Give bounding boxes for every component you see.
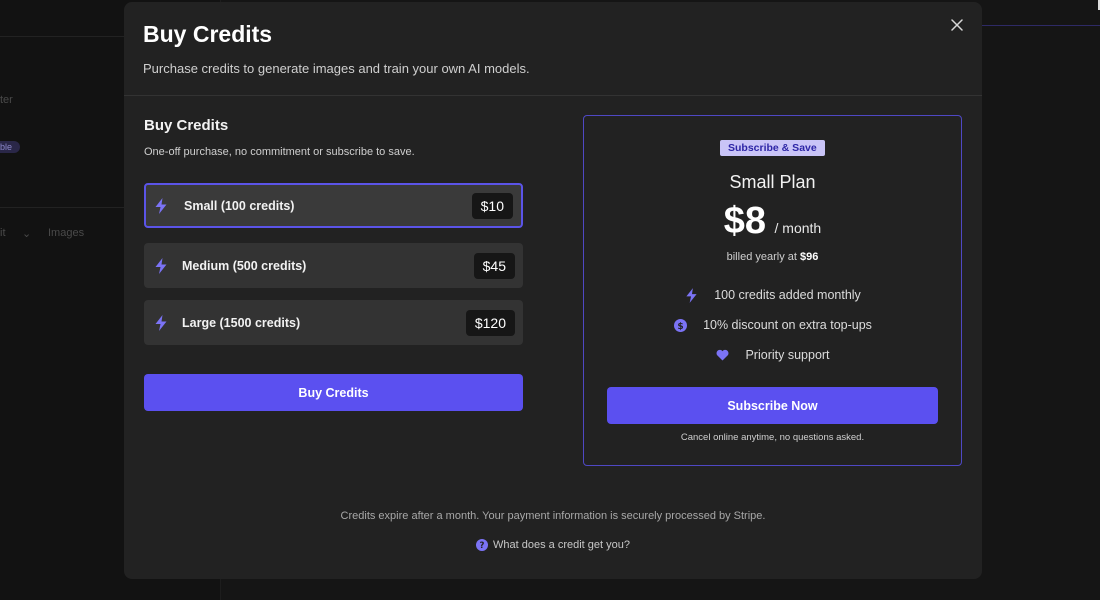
background-accent-line bbox=[982, 25, 1100, 26]
lightning-icon bbox=[155, 257, 167, 274]
background-tab-images: Images bbox=[48, 227, 85, 239]
close-button[interactable] bbox=[946, 14, 968, 36]
plan-feature: $ 10% discount on extra top-ups bbox=[584, 318, 961, 332]
plan-feature-text: Priority support bbox=[745, 348, 830, 362]
credit-option-price: $10 bbox=[471, 192, 513, 219]
billing-prefix: billed yearly at bbox=[726, 251, 797, 263]
background-sidebar-text: it bbox=[0, 227, 6, 239]
plan-price: $8 bbox=[723, 200, 767, 242]
subscribe-now-button[interactable]: Subscribe Now bbox=[607, 387, 938, 424]
credit-option-label: Large (1500 credits) bbox=[182, 315, 301, 330]
one-off-title: Buy Credits bbox=[144, 117, 229, 134]
credit-option-label: Small (100 credits) bbox=[184, 198, 295, 213]
plan-feature-text: 10% discount on extra top-ups bbox=[703, 318, 872, 332]
billing-note: billed yearly at $96 bbox=[584, 251, 961, 263]
subscription-plan-card: Subscribe & Save Small Plan $8 / month b… bbox=[583, 115, 962, 466]
background-sidebar-text: ter bbox=[0, 94, 13, 106]
svg-text:$: $ bbox=[677, 322, 683, 332]
cancel-note: Cancel online anytime, no questions aske… bbox=[680, 432, 865, 443]
credit-option-large[interactable]: Large (1500 credits) $120 bbox=[144, 300, 523, 345]
background-badge: ble bbox=[0, 141, 21, 153]
one-off-description: One-off purchase, no commitment or subsc… bbox=[144, 146, 415, 158]
plan-name: Small Plan bbox=[729, 172, 816, 192]
modal-title: Buy Credits bbox=[143, 21, 273, 47]
plan-feature: Priority support bbox=[584, 348, 961, 362]
modal-subtitle: Purchase credits to generate images and … bbox=[143, 61, 530, 76]
credit-help-link[interactable]: ? What does a credit get you? bbox=[476, 539, 630, 551]
plan-price-row: $8 / month bbox=[584, 200, 961, 243]
lightning-icon bbox=[684, 287, 698, 303]
header-divider bbox=[124, 95, 982, 96]
credit-option-price: $120 bbox=[465, 309, 515, 336]
credit-option-small[interactable]: Small (100 credits) $10 bbox=[144, 183, 523, 228]
background-chevron-icon: ⌄ bbox=[22, 228, 32, 240]
credit-option-label: Medium (500 credits) bbox=[182, 258, 307, 273]
plan-feature: 100 credits added monthly bbox=[584, 287, 961, 303]
plan-feature-text: 100 credits added monthly bbox=[714, 288, 861, 302]
question-icon: ? bbox=[476, 539, 488, 551]
plan-period: / month bbox=[774, 220, 822, 236]
svg-text:?: ? bbox=[480, 541, 485, 551]
dollar-coin-icon: $ bbox=[673, 318, 687, 332]
buy-credits-modal: Buy Credits Purchase credits to generate… bbox=[124, 2, 982, 579]
buy-credits-button[interactable]: Buy Credits bbox=[144, 374, 523, 411]
footer-note: Credits expire after a month. Your payme… bbox=[340, 510, 766, 522]
close-icon bbox=[951, 19, 963, 31]
lightning-icon bbox=[155, 197, 167, 214]
subscribe-save-badge: Subscribe & Save bbox=[720, 140, 825, 156]
credit-option-medium[interactable]: Medium (500 credits) $45 bbox=[144, 243, 523, 288]
credit-help-text: What does a credit get you? bbox=[493, 539, 630, 551]
lightning-icon bbox=[155, 314, 167, 331]
heart-icon bbox=[715, 348, 729, 362]
credit-option-price: $45 bbox=[473, 252, 515, 279]
billing-amount: $96 bbox=[800, 251, 819, 263]
